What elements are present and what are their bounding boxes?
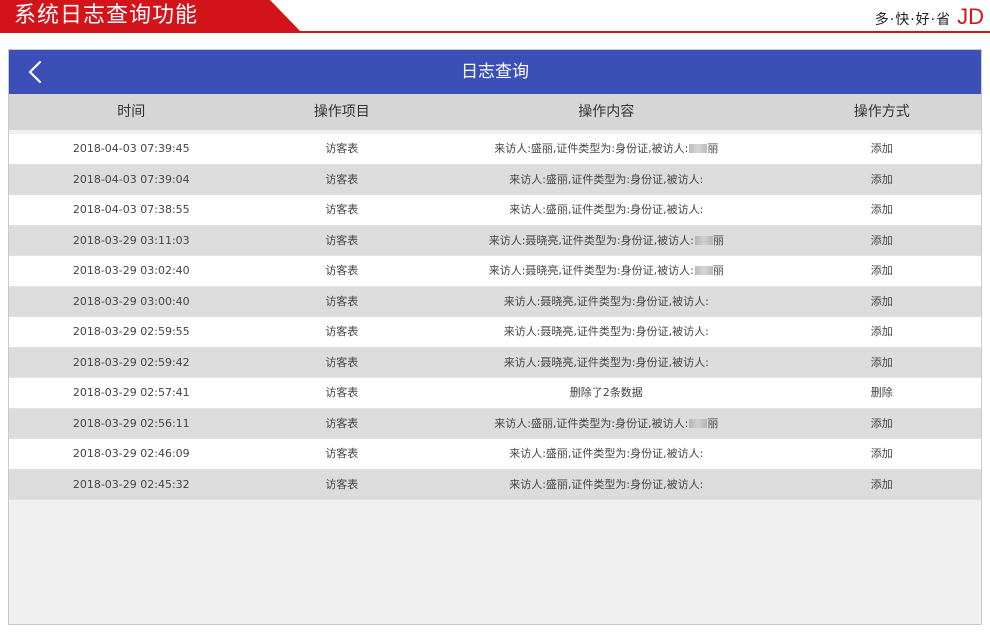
cell-content: 来访人:盛丽,证件类型为:身份证,被访人: [430,470,782,500]
banner-title: 系统日志查询功能 [14,3,199,28]
brand-logo: JD [957,4,984,29]
cell-content-text: 来访人:聂晓亮,证件类型为:身份证,被访人: [503,325,709,338]
cell-content: 来访人:盛丽,证件类型为:身份证,被访人: [430,439,782,469]
cell-time: 2018-03-29 03:02:40 [72,264,190,277]
cell-content-suffix: 丽 [707,416,719,430]
cell-content-suffix: 丽 [712,233,724,247]
cell-item: 访客表 [325,477,359,491]
cell-content-text: 删除了2条数据 [569,386,643,399]
cell-content-text: 来访人:盛丽,证件类型为:身份证,被访人: [509,203,704,216]
cell-time: 2018-03-29 02:59:42 [72,355,190,369]
table-row[interactable]: 2018-03-29 03:00:40 访客表 来访人:聂晓亮,证件类型为:身份证,… [9,286,981,317]
cell-method: 删除 [870,386,893,399]
cell-method: 添加 [870,355,893,369]
cell-content-text: 来访人:聂晓亮,证件类型为:身份证,被访人: [503,294,709,308]
table-row[interactable]: 2018-03-29 02:56:11 访客表 来访人:盛丽,证件类型为:身份证,被… [9,408,981,439]
cell-content-suffix: 丽 [712,264,724,277]
redacted-mask [694,266,713,275]
column-header-method: 操作方式 [853,104,910,120]
table-row[interactable]: 2018-03-29 02:46:09 访客表 来访人:盛丽,证件类型为:身份证,被… [9,439,981,470]
cell-method: 添加 [870,264,893,277]
cell-time: 2018-03-29 03:11:03 [72,233,190,247]
cell-content-text: 来访人:盛丽,证件类型为:身份证,被访人: [509,477,704,491]
cell-method: 添加 [870,203,893,216]
table-header: 时间 操作项目 操作内容 操作方式 [9,94,981,130]
cell-time: 2018-03-29 02:59:55 [72,325,190,338]
cell-item: 访客表 [325,172,359,186]
cell-content-text: 来访人:聂晓亮,证件类型为:身份证,被访人: [503,355,709,369]
cell-time: 2018-03-29 02:56:11 [72,416,190,430]
cell-item: 访客表 [325,386,359,399]
table-row[interactable]: 2018-03-29 03:11:03 访客表 来访人:聂晓亮,证件类型为:身份证,… [9,225,981,256]
cell-method: 添加 [870,447,893,460]
cell-method: 添加 [870,142,893,155]
app-window: 日志查询 时间 操作项目 操作内容 操作方式 2018-04-03 07:39:… [8,49,982,625]
cell-item: 访客表 [325,355,359,369]
cell-item: 访客表 [325,447,359,460]
cell-time: 2018-03-29 02:57:41 [72,386,190,399]
table-row[interactable]: 2018-03-29 02:59:42 访客表 来访人:聂晓亮,证件类型为:身份证,… [9,347,981,378]
cell-method: 添加 [870,233,893,247]
cell-content: 来访人:聂晓亮,证件类型为:身份证,被访人: [430,348,782,378]
cell-content-text: 来访人:盛丽,证件类型为:身份证,被访人: [509,447,704,460]
cell-item: 访客表 [325,233,359,247]
brand-slogan: 多·快·好·省 [874,12,952,28]
cell-time: 2018-03-29 02:46:09 [72,447,190,460]
column-header-content: 操作内容 [578,104,635,120]
table-row[interactable]: 2018-04-03 07:38:55 访客表 来访人:盛丽,证件类型为:身份证,被… [9,195,981,226]
cell-content: 来访人:聂晓亮,证件类型为:身份证,被访人: 丽 [430,256,782,286]
table-row[interactable]: 2018-03-29 02:57:41 访客表 删除了2条数据 删除 [9,378,981,409]
table-row[interactable]: 2018-03-29 03:02:40 访客表 来访人:聂晓亮,证件类型为:身份证,… [9,256,981,287]
cell-item: 访客表 [325,264,359,277]
cell-time: 2018-03-29 02:45:32 [72,477,190,491]
table-row[interactable]: 2018-04-03 07:39:45 访客表 来访人:盛丽,证件类型为:身份证,被… [9,134,981,165]
cell-content-text: 来访人:盛丽,证件类型为:身份证,被访人: [494,142,689,155]
cell-method: 添加 [870,325,893,338]
cell-time: 2018-04-03 07:38:55 [72,203,190,216]
cell-method: 添加 [870,172,893,186]
page-title: 日志查询 [461,62,529,82]
table-row[interactable]: 2018-03-29 02:59:55 访客表 来访人:聂晓亮,证件类型为:身份证,… [9,317,981,348]
cell-content-text: 来访人:盛丽,证件类型为:身份证,被访人: [494,416,689,430]
cell-content: 来访人:聂晓亮,证件类型为:身份证,被访人: 丽 [430,226,782,256]
cell-content: 来访人:盛丽,证件类型为:身份证,被访人: [430,165,782,195]
column-header-item: 操作项目 [313,104,370,120]
redacted-mask [689,418,708,428]
cell-content: 来访人:盛丽,证件类型为:身份证,被访人: [430,195,782,225]
banner-divider [0,31,990,33]
cell-method: 添加 [870,294,893,308]
cell-item: 访客表 [325,325,359,338]
cell-item: 访客表 [325,294,359,308]
cell-method: 添加 [870,416,893,430]
brand: 多·快·好·省 JD [875,4,984,30]
cell-content-suffix: 丽 [707,142,719,155]
column-header-time: 时间 [117,104,146,120]
redacted-mask [694,235,713,245]
cell-content-text: 来访人:盛丽,证件类型为:身份证,被访人: [509,172,704,186]
table-row[interactable]: 2018-03-29 02:45:32 访客表 来访人:盛丽,证件类型为:身份证,被… [9,469,981,500]
cell-time: 2018-04-03 07:39:04 [72,172,190,186]
cell-content: 来访人:聂晓亮,证件类型为:身份证,被访人: [430,317,782,347]
log-table-body: 2018-04-03 07:39:45 访客表 来访人:盛丽,证件类型为:身份证,被… [9,134,981,500]
cell-item: 访客表 [325,142,359,155]
cell-content: 来访人:盛丽,证件类型为:身份证,被访人: 丽 [430,409,782,439]
redacted-mask [689,144,708,153]
table-row[interactable]: 2018-04-03 07:39:04 访客表 来访人:盛丽,证件类型为:身份证,被… [9,164,981,195]
cell-time: 2018-04-03 07:39:45 [72,142,190,155]
cell-time: 2018-03-29 03:00:40 [72,294,190,308]
cell-content: 来访人:盛丽,证件类型为:身份证,被访人: 丽 [430,134,782,164]
app-bar: 日志查询 [9,50,981,94]
cell-content: 删除了2条数据 [430,378,782,408]
cell-content-text: 来访人:聂晓亮,证件类型为:身份证,被访人: [488,264,694,277]
cell-item: 访客表 [325,203,359,216]
cell-method: 添加 [870,477,893,491]
cell-item: 访客表 [325,416,359,430]
cell-content: 来访人:聂晓亮,证件类型为:身份证,被访人: [430,287,782,317]
cell-content-text: 来访人:聂晓亮,证件类型为:身份证,被访人: [488,233,694,247]
